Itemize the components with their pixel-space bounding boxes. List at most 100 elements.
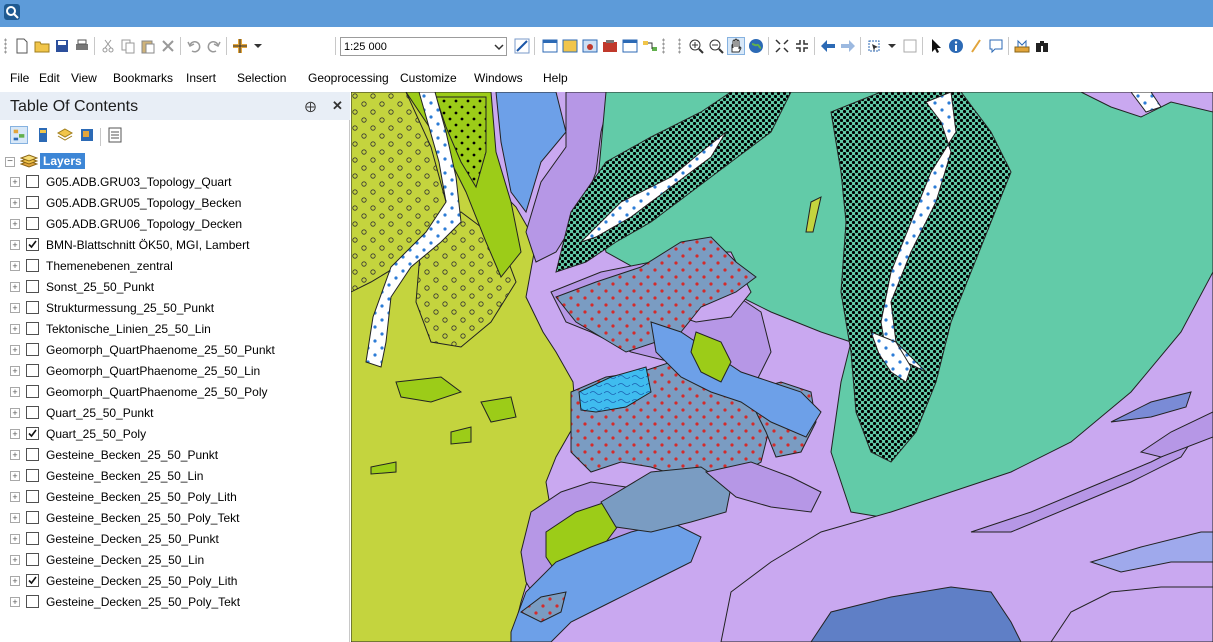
pan-hand-icon[interactable] bbox=[727, 37, 745, 55]
cut-icon[interactable] bbox=[100, 38, 116, 54]
layer-visibility-checkbox[interactable] bbox=[26, 196, 39, 209]
menu-customize[interactable]: Customize bbox=[400, 71, 457, 85]
layer-name[interactable]: Gesteine_Becken_25_50_Lin bbox=[46, 469, 203, 483]
layer-visibility-checkbox[interactable] bbox=[26, 280, 39, 293]
layer-row[interactable]: + Geomorph_QuartPhaenome_25_50_Punkt bbox=[0, 340, 348, 361]
layer-visibility-checkbox[interactable] bbox=[26, 532, 39, 545]
menu-selection[interactable]: Selection bbox=[237, 71, 286, 85]
expand-icon[interactable]: + bbox=[10, 240, 20, 250]
python-window-icon[interactable] bbox=[622, 38, 638, 54]
layer-name[interactable]: G05.ADB.GRU03_Topology_Quart bbox=[46, 175, 231, 189]
layer-name[interactable]: Gesteine_Decken_25_50_Poly_Lith bbox=[46, 574, 237, 588]
layer-name[interactable]: Gesteine_Decken_25_50_Punkt bbox=[46, 532, 219, 546]
layer-name[interactable]: Strukturmessung_25_50_Punkt bbox=[46, 301, 214, 315]
save-icon[interactable] bbox=[54, 38, 70, 54]
layer-name[interactable]: Geomorph_QuartPhaenome_25_50_Lin bbox=[46, 364, 260, 378]
add-data-dropdown-icon[interactable] bbox=[250, 38, 266, 54]
layer-visibility-checkbox[interactable] bbox=[26, 364, 39, 377]
layer-row[interactable]: + Gesteine_Becken_25_50_Lin bbox=[0, 466, 348, 487]
layer-row[interactable]: + Gesteine_Becken_25_50_Punkt bbox=[0, 445, 348, 466]
layer-row[interactable]: + Gesteine_Becken_25_50_Poly_Tekt bbox=[0, 508, 348, 529]
chevron-down-icon[interactable] bbox=[494, 42, 504, 52]
map-scale-input[interactable] bbox=[341, 38, 489, 55]
search-window-icon[interactable] bbox=[582, 38, 598, 54]
toolbar-grip[interactable] bbox=[4, 38, 7, 54]
expand-icon[interactable]: + bbox=[10, 597, 20, 607]
layer-visibility-checkbox[interactable] bbox=[26, 217, 39, 230]
redo-icon[interactable] bbox=[206, 38, 222, 54]
delete-icon[interactable] bbox=[160, 38, 176, 54]
layer-name[interactable]: Sonst_25_50_Punkt bbox=[46, 280, 154, 294]
layer-visibility-checkbox[interactable] bbox=[26, 343, 39, 356]
paste-icon[interactable] bbox=[140, 38, 156, 54]
menu-insert[interactable]: Insert bbox=[186, 71, 216, 85]
menu-windows[interactable]: Windows bbox=[474, 71, 523, 85]
layer-row[interactable]: + Geomorph_QuartPhaenome_25_50_Lin bbox=[0, 361, 348, 382]
options-icon[interactable] bbox=[106, 126, 124, 144]
layer-visibility-checkbox[interactable] bbox=[26, 259, 39, 272]
layer-name[interactable]: Themenebenen_zentral bbox=[46, 259, 173, 273]
layer-name[interactable]: Quart_25_50_Punkt bbox=[46, 406, 153, 420]
layers-root-label[interactable]: Layers bbox=[40, 153, 85, 169]
layer-name[interactable]: Gesteine_Decken_25_50_Poly_Tekt bbox=[46, 595, 240, 609]
layer-visibility-checkbox[interactable] bbox=[26, 553, 39, 566]
add-data-icon[interactable] bbox=[232, 38, 248, 54]
html-popup-icon[interactable] bbox=[988, 38, 1004, 54]
menu-edit[interactable]: Edit bbox=[39, 71, 60, 85]
layer-row[interactable]: + Gesteine_Decken_25_50_Poly_Tekt bbox=[0, 592, 348, 613]
menu-view[interactable]: View bbox=[71, 71, 97, 85]
open-folder-icon[interactable] bbox=[34, 38, 50, 54]
layer-row[interactable]: + Gesteine_Decken_25_50_Lin bbox=[0, 550, 348, 571]
layer-visibility-checkbox[interactable] bbox=[26, 322, 39, 335]
layer-name[interactable]: Tektonische_Linien_25_50_Lin bbox=[46, 322, 211, 336]
layer-visibility-checkbox[interactable] bbox=[26, 511, 39, 524]
layer-row[interactable]: + Geomorph_QuartPhaenome_25_50_Poly bbox=[0, 382, 348, 403]
layer-name[interactable]: Geomorph_QuartPhaenome_25_50_Poly bbox=[46, 385, 267, 399]
expand-icon[interactable]: + bbox=[10, 450, 20, 460]
list-by-drawing-order-icon[interactable] bbox=[10, 126, 28, 144]
new-document-icon[interactable] bbox=[14, 38, 30, 54]
identify-icon[interactable] bbox=[948, 38, 964, 54]
full-extent-globe-icon[interactable] bbox=[748, 38, 764, 54]
expand-icon[interactable]: + bbox=[10, 534, 20, 544]
menu-geoprocessing[interactable]: Geoprocessing bbox=[308, 71, 389, 85]
layer-row[interactable]: + BMN-Blattschnitt ÖK50, MGI, Lambert bbox=[0, 235, 348, 256]
geology-map-canvas[interactable] bbox=[351, 92, 1213, 642]
hyperlink-icon[interactable] bbox=[968, 38, 984, 54]
expand-icon[interactable]: + bbox=[10, 198, 20, 208]
expand-icon[interactable]: + bbox=[10, 303, 20, 313]
layer-name[interactable]: Gesteine_Becken_25_50_Poly_Lith bbox=[46, 490, 237, 504]
editor-toolbar-icon[interactable] bbox=[514, 38, 530, 54]
layer-row[interactable]: + Quart_25_50_Poly bbox=[0, 424, 348, 445]
expand-icon[interactable]: + bbox=[10, 555, 20, 565]
layer-name[interactable]: Gesteine_Becken_25_50_Poly_Tekt bbox=[46, 511, 239, 525]
layer-visibility-checkbox[interactable] bbox=[26, 406, 39, 419]
layer-visibility-checkbox[interactable] bbox=[26, 490, 39, 503]
expand-icon[interactable]: + bbox=[10, 576, 20, 586]
layer-visibility-checkbox[interactable] bbox=[26, 175, 39, 188]
list-by-source-icon[interactable] bbox=[34, 126, 52, 144]
layer-visibility-checkbox[interactable] bbox=[26, 238, 39, 251]
zoom-in-icon[interactable] bbox=[688, 38, 704, 54]
list-by-visibility-icon[interactable] bbox=[56, 126, 74, 144]
clear-selection-icon[interactable] bbox=[902, 38, 918, 54]
layer-row[interactable]: + G05.ADB.GRU06_Topology_Decken bbox=[0, 214, 348, 235]
layer-name[interactable]: Gesteine_Decken_25_50_Lin bbox=[46, 553, 204, 567]
layer-name[interactable]: G05.ADB.GRU05_Topology_Becken bbox=[46, 196, 241, 210]
toolbar-overflow-icon[interactable] bbox=[662, 38, 665, 54]
zoom-out-icon[interactable] bbox=[708, 38, 724, 54]
layer-row[interactable]: + Tektonische_Linien_25_50_Lin bbox=[0, 319, 348, 340]
layer-name[interactable]: BMN-Blattschnitt ÖK50, MGI, Lambert bbox=[46, 238, 249, 252]
select-elements-arrow-icon[interactable] bbox=[928, 38, 944, 54]
arctoolbox-icon[interactable] bbox=[602, 38, 618, 54]
expand-icon[interactable]: + bbox=[10, 408, 20, 418]
arcmap-app-icon[interactable] bbox=[4, 4, 20, 20]
layer-row[interactable]: + Themenebenen_zentral bbox=[0, 256, 348, 277]
layer-row[interactable]: + Sonst_25_50_Punkt bbox=[0, 277, 348, 298]
fixed-zoom-out-icon[interactable] bbox=[794, 38, 810, 54]
layers-root-row[interactable]: − Layers bbox=[0, 152, 348, 173]
layer-row[interactable]: + G05.ADB.GRU05_Topology_Becken bbox=[0, 193, 348, 214]
map-scale-combo[interactable] bbox=[340, 37, 507, 56]
layer-row[interactable]: + G05.ADB.GRU03_Topology_Quart bbox=[0, 172, 348, 193]
go-back-arrow-icon[interactable] bbox=[820, 38, 836, 54]
